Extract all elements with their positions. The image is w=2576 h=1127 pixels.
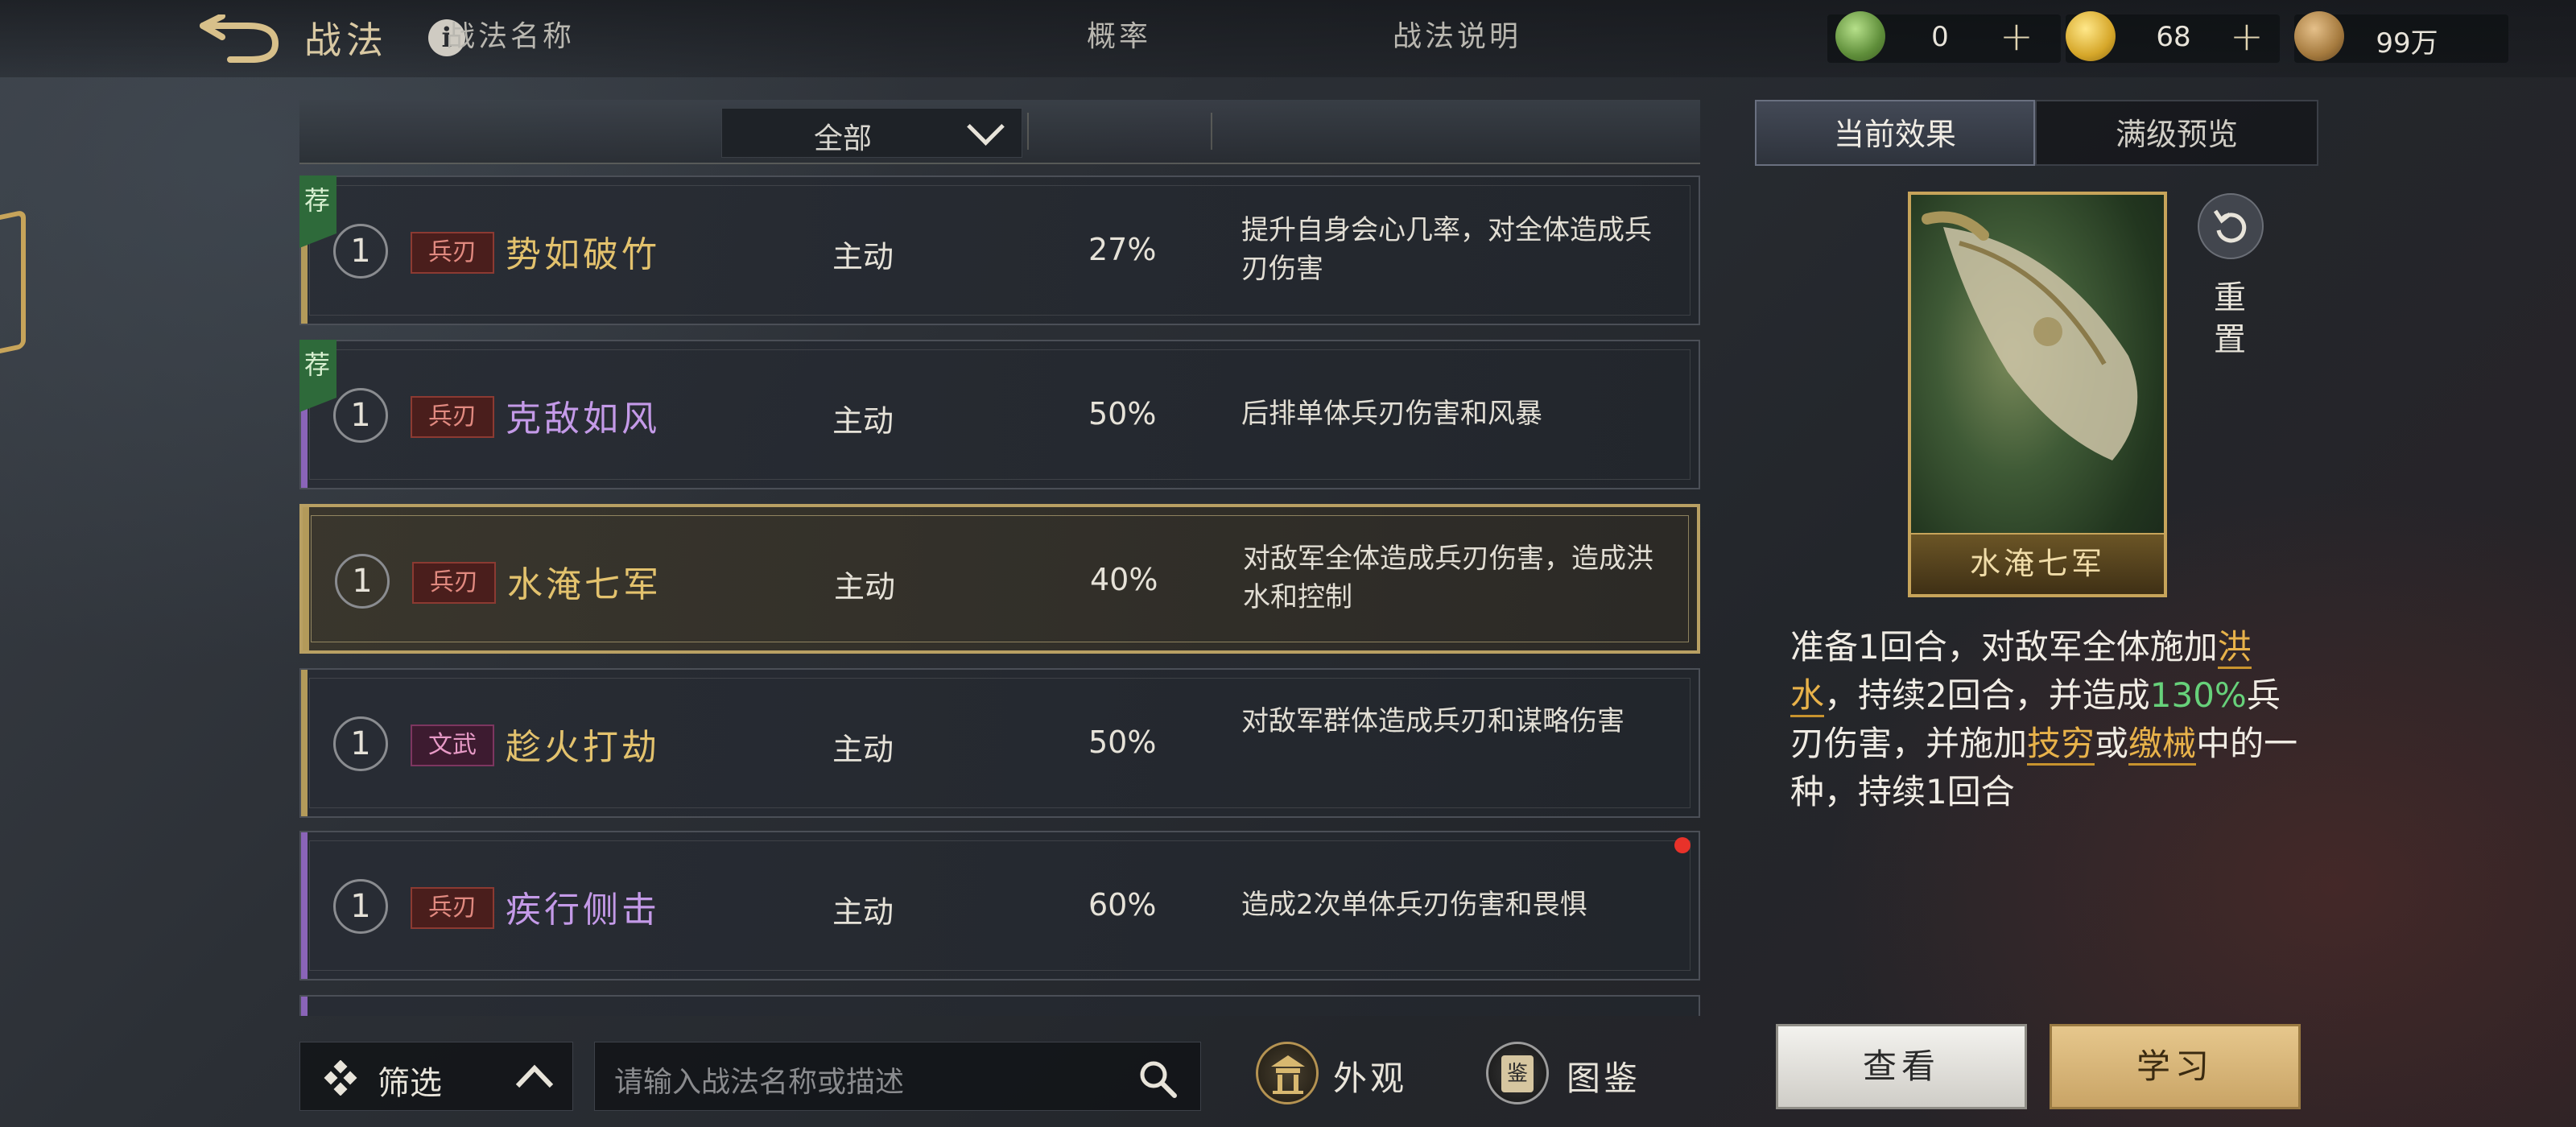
tactic-row[interactable]: 荐 1 兵刃 势如破竹 主动 27% 提升自身会心几率，对全体造成兵刃伤害 [299, 175, 1700, 325]
type-filter-value: 全部 [813, 122, 872, 155]
tactic-card: 水淹七军 [1908, 192, 2167, 597]
level-badge: 1 [333, 716, 388, 771]
tactic-type: 主动 [832, 239, 894, 275]
add-jade-button[interactable]: + [2000, 13, 2033, 60]
tactic-row-partial [299, 995, 1700, 1016]
rarity-bar [301, 997, 308, 1016]
tactic-row[interactable]: 荐 1 兵刃 克敌如风 主动 50% 后排单体兵刃伤害和风暴 [299, 340, 1700, 489]
side-frame-decoration [0, 209, 26, 364]
reset-arrow-icon [2213, 209, 2247, 243]
level-badge: 1 [333, 224, 388, 279]
rarity-bar [301, 670, 308, 816]
currency-gold-value: 68 [2156, 21, 2191, 53]
tactic-rate: 60% [1088, 887, 1157, 923]
effect-text: 准备1回合，对敌军全体施加 [1790, 627, 2218, 667]
chevron-down-icon [967, 108, 1005, 146]
tactic-rate: 50% [1088, 724, 1157, 760]
view-button[interactable]: 查看 [1776, 1024, 2027, 1109]
tactic-rate: 50% [1088, 396, 1157, 431]
atlas-label[interactable]: 图鉴 [1567, 1051, 1641, 1100]
tactic-name: 趁火打劫 [506, 727, 660, 768]
tactic-description: 对敌军全体造成兵刃伤害，造成洪水和控制 [1243, 543, 1653, 613]
effect-description: 准备1回合，对敌军全体施加洪水，持续2回合，并造成130%兵刃伤害，并施加技穷或… [1790, 623, 2306, 816]
tactic-type: 主动 [832, 732, 894, 767]
effect-tabs: 当前效果 满级预览 [1755, 100, 2318, 166]
tab-current-effect[interactable]: 当前效果 [1755, 100, 2035, 166]
damage-type-tag: 兵刃 [411, 887, 494, 929]
tactic-row[interactable]: 1 文武 趁火打劫 主动 50% 对敌军群体造成兵刃和谋略伤害 [299, 668, 1700, 818]
filter-button[interactable]: 筛选 [299, 1042, 573, 1111]
damage-type-tag: 兵刃 [412, 562, 496, 604]
type-filter-dropdown[interactable]: 全部 [721, 108, 1022, 158]
tab-max-level-preview[interactable]: 满级预览 [2035, 100, 2318, 166]
tactic-row-selected[interactable]: 1 兵刃 水淹七军 主动 40% 对敌军全体造成兵刃伤害，造成洪水和控制 [299, 504, 1700, 654]
chevron-up-icon [515, 1064, 554, 1088]
appearance-button[interactable] [1256, 1042, 1319, 1104]
header-divider [1027, 113, 1029, 150]
gold-coin-icon [2066, 11, 2116, 61]
tactic-name: 势如破竹 [506, 234, 660, 275]
column-header-name: 战法名称 [445, 20, 575, 53]
search-icon[interactable] [1137, 1059, 1178, 1099]
damage-percent: 130% [2149, 675, 2247, 715]
copper-coin-icon [2294, 11, 2344, 61]
tactic-type: 主动 [832, 894, 894, 930]
keyword-disarm[interactable]: 缴械 [2128, 724, 2197, 766]
appearance-label[interactable]: 外观 [1333, 1051, 1407, 1100]
level-badge: 1 [335, 554, 390, 609]
search-input[interactable]: 请输入战法名称或描述 [614, 1059, 904, 1100]
tactic-type: 主动 [832, 403, 894, 439]
tactic-name: 疾行侧击 [506, 890, 660, 931]
search-field[interactable]: 请输入战法名称或描述 [594, 1042, 1201, 1111]
currency-copper-value: 99万 [2376, 27, 2438, 60]
atlas-book-icon: 鉴 [1501, 1055, 1534, 1092]
keyword-exhausted[interactable]: 技穷 [2027, 724, 2095, 766]
learn-button[interactable]: 学习 [2050, 1024, 2301, 1109]
reset-button[interactable] [2198, 193, 2264, 259]
new-indicator-dot [1674, 837, 1690, 853]
tactic-description: 对敌军群体造成兵刃和谋略伤害 [1241, 705, 1624, 737]
column-header-rate: 概率 [1086, 20, 1151, 53]
tactic-type: 主动 [834, 569, 896, 605]
damage-type-tag: 兵刃 [411, 232, 494, 274]
blade-artwork-icon [1922, 211, 2138, 460]
filter-diamond-icon [324, 1060, 357, 1096]
card-name: 水淹七军 [1911, 533, 2164, 594]
tactic-description: 造成2次单体兵刃伤害和畏惧 [1241, 889, 1587, 921]
atlas-button[interactable]: 鉴 [1486, 1042, 1549, 1104]
jade-coin-icon [1835, 11, 1885, 61]
level-badge: 1 [333, 388, 388, 443]
damage-type-tag: 文武 [411, 724, 494, 766]
back-arrow-icon[interactable] [198, 14, 282, 64]
tactic-name: 克敌如风 [506, 398, 660, 440]
header-divider [1211, 113, 1212, 150]
tactic-row[interactable]: 1 兵刃 疾行侧击 主动 60% 造成2次单体兵刃伤害和畏惧 [299, 831, 1700, 980]
add-gold-button[interactable]: + [2230, 13, 2264, 60]
tactic-name: 水淹七军 [507, 564, 662, 605]
tactic-description: 后排单体兵刃伤害和风暴 [1241, 398, 1542, 430]
tactic-rate: 27% [1088, 232, 1157, 267]
effect-text: ，持续2回合，并造成 [1824, 675, 2150, 715]
filter-label: 筛选 [378, 1065, 442, 1102]
rarity-bar [301, 832, 308, 979]
currency-jade-value: 0 [1931, 21, 1949, 53]
effect-text: 或 [2095, 724, 2129, 763]
reset-label[interactable]: 重置 [2214, 277, 2246, 361]
damage-type-tag: 兵刃 [411, 396, 494, 438]
tactic-description: 提升自身会心几率，对全体造成兵刃伤害 [1241, 214, 1652, 285]
rarity-bar [303, 507, 309, 650]
pavilion-icon [1271, 1055, 1305, 1094]
level-badge: 1 [333, 879, 388, 934]
tactic-rate: 40% [1090, 562, 1158, 597]
column-header-description: 战法说明 [1392, 20, 1521, 53]
